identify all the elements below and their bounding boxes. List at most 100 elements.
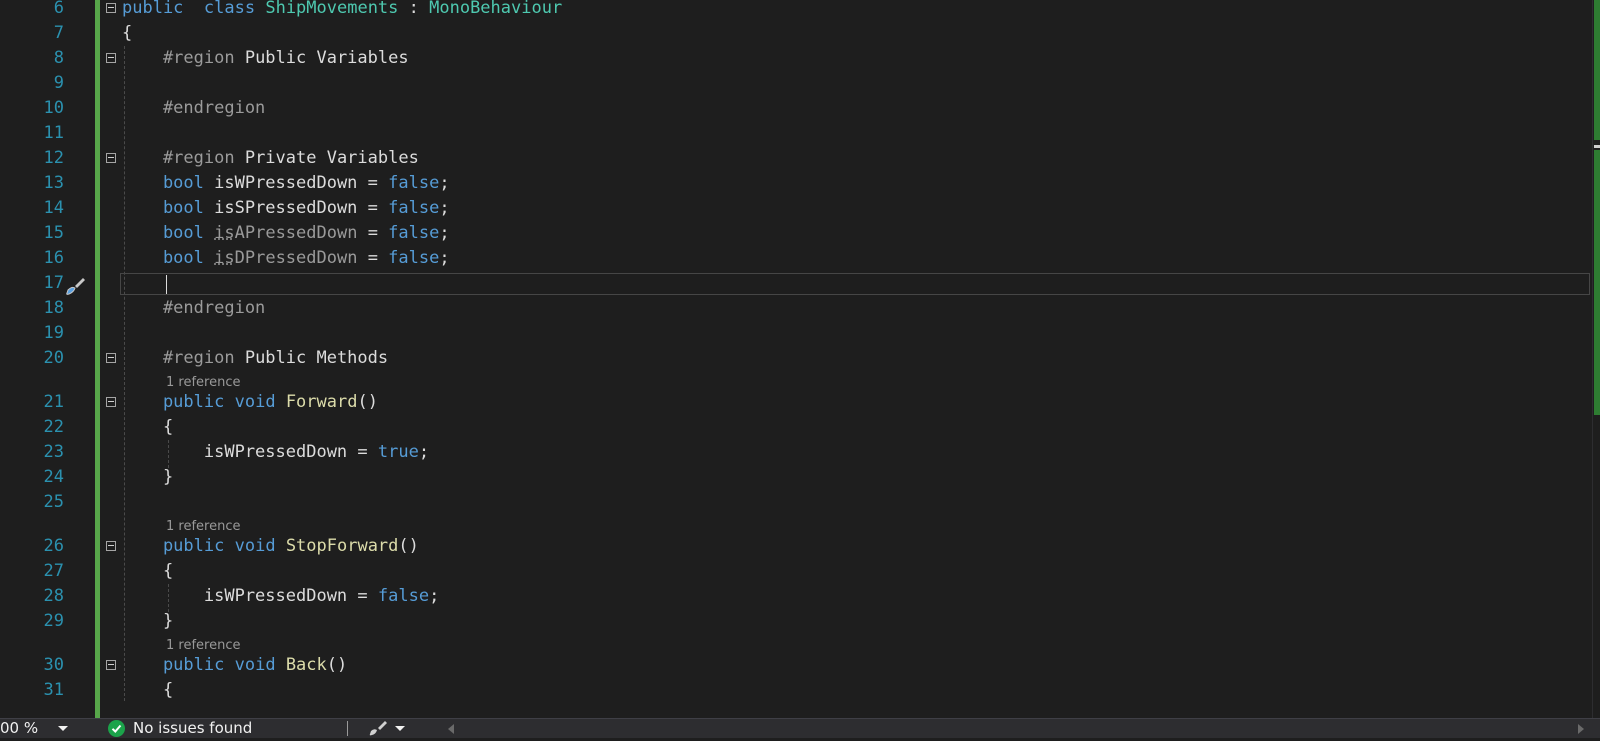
codelens-references[interactable]: 1 reference [166, 374, 240, 392]
chevron-down-icon[interactable] [395, 726, 405, 731]
code-line[interactable]: 13 bool isWPressedDown = false; [0, 171, 1590, 196]
collapse-region-icon[interactable] [106, 53, 116, 63]
code-line[interactable]: 6 public class ShipMovements : MonoBehavi… [0, 0, 1590, 21]
line-number: 24 [43, 467, 64, 487]
code-text: public void StopForward() [122, 534, 419, 559]
line-number: 9 [53, 73, 64, 93]
scroll-left-icon[interactable] [448, 724, 454, 734]
collapse-region-icon[interactable] [106, 397, 116, 407]
codelens-references[interactable]: 1 reference [166, 518, 240, 536]
code-token: DPressedDown [234, 248, 358, 268]
code-token: #region [122, 348, 235, 368]
code-token: { [122, 680, 174, 700]
collapse-region-icon[interactable] [106, 153, 116, 163]
text-caret [166, 275, 167, 294]
code-line[interactable]: 27 { [0, 559, 1590, 584]
code-token: () [357, 392, 378, 412]
code-line[interactable]: 17 [0, 271, 1590, 296]
chevron-down-icon[interactable] [58, 726, 68, 731]
line-number: 10 [43, 98, 64, 118]
code-token: ; [439, 198, 450, 218]
line-number: 15 [43, 223, 64, 243]
line-number: 8 [53, 48, 64, 68]
collapse-region-icon[interactable] [106, 3, 116, 13]
code-line[interactable]: 21 public void Forward() [0, 390, 1590, 415]
code-line[interactable]: 9 [0, 71, 1590, 96]
quick-actions-brush-icon[interactable] [64, 276, 86, 296]
status-bar: 00 % No issues found [0, 718, 1600, 738]
code-line[interactable]: 26 public void StopForward() [0, 534, 1590, 559]
code-token: isWPressedDown = [122, 442, 378, 462]
code-line[interactable]: 7{ [0, 21, 1590, 46]
line-number: 22 [43, 417, 64, 437]
code-line[interactable]: 23 isWPressedDown = true; [0, 440, 1590, 465]
code-line[interactable]: 16 bool isDPressedDown = false; [0, 246, 1590, 271]
line-number: 20 [43, 348, 64, 368]
line-number: 7 [53, 23, 64, 43]
zoom-level[interactable]: 00 % [0, 719, 38, 738]
code-text: bool isSPressedDown = false; [122, 196, 450, 221]
check-circle-icon[interactable] [108, 720, 125, 737]
code-text: #region Private Variables [122, 146, 419, 171]
code-line[interactable]: 30 public void Back() [0, 653, 1590, 678]
code-token: isWPressedDown = [203, 173, 389, 193]
code-text: { [122, 21, 132, 46]
line-number: 17 [43, 273, 64, 293]
code-line[interactable]: 15 bool isAPressedDown = false; [0, 221, 1590, 246]
code-token: MonoBehaviour [429, 0, 563, 18]
code-line[interactable]: 24 } [0, 465, 1590, 490]
collapse-region-icon[interactable] [106, 660, 116, 670]
code-line[interactable]: 12 #region Private Variables [0, 146, 1590, 171]
code-token: public [122, 392, 225, 412]
collapse-region-icon[interactable] [106, 353, 116, 363]
code-line[interactable]: 14 bool isSPressedDown = false; [0, 196, 1590, 221]
code-line[interactable]: 29 } [0, 609, 1590, 634]
line-number: 12 [43, 148, 64, 168]
code-text: #region Public Methods [122, 346, 388, 371]
scroll-right-icon[interactable] [1578, 724, 1584, 734]
issues-status[interactable]: No issues found [133, 719, 252, 738]
code-token: APressedDown [234, 223, 358, 243]
line-number: 25 [43, 492, 64, 512]
line-number: 18 [43, 298, 64, 318]
code-line[interactable]: 22 { [0, 415, 1590, 440]
code-line[interactable]: 10 #endregion [0, 96, 1590, 121]
line-number: 13 [43, 173, 64, 193]
code-token: bool [122, 223, 204, 243]
code-line[interactable]: 25 [0, 490, 1590, 515]
line-number: 26 [43, 536, 64, 556]
code-line[interactable]: 8 #region Public Variables [0, 46, 1590, 71]
line-number: 30 [43, 655, 64, 675]
code-token: ; [439, 223, 450, 243]
line-number: 11 [43, 123, 64, 143]
code-line[interactable]: 19 [0, 321, 1590, 346]
codelens-references[interactable]: 1 reference [166, 637, 240, 655]
line-number: 21 [43, 392, 64, 412]
code-line[interactable]: 31 { [0, 678, 1590, 703]
code-editor[interactable]: 6 public class ShipMovements : MonoBehavi… [0, 0, 1600, 718]
code-token: class [203, 0, 256, 18]
code-line[interactable]: 11 [0, 121, 1590, 146]
collapse-region-icon[interactable] [106, 541, 116, 551]
code-line[interactable]: 20 #region Public Methods [0, 346, 1590, 371]
code-line[interactable]: 18 #endregion [0, 296, 1590, 321]
line-number: 14 [43, 198, 64, 218]
code-text: public void Back() [122, 653, 347, 678]
code-token: #region [122, 48, 235, 68]
code-line[interactable]: 28 isWPressedDown = false; [0, 584, 1590, 609]
code-text: } [122, 465, 173, 490]
code-token: false [388, 198, 440, 218]
code-cleanup-brush-icon[interactable] [368, 720, 388, 741]
code-token: ; [439, 248, 450, 268]
line-number: 6 [53, 0, 64, 18]
code-token: () [326, 655, 348, 675]
code-text: isWPressedDown = false; [122, 584, 439, 609]
code-token: } [122, 467, 174, 487]
